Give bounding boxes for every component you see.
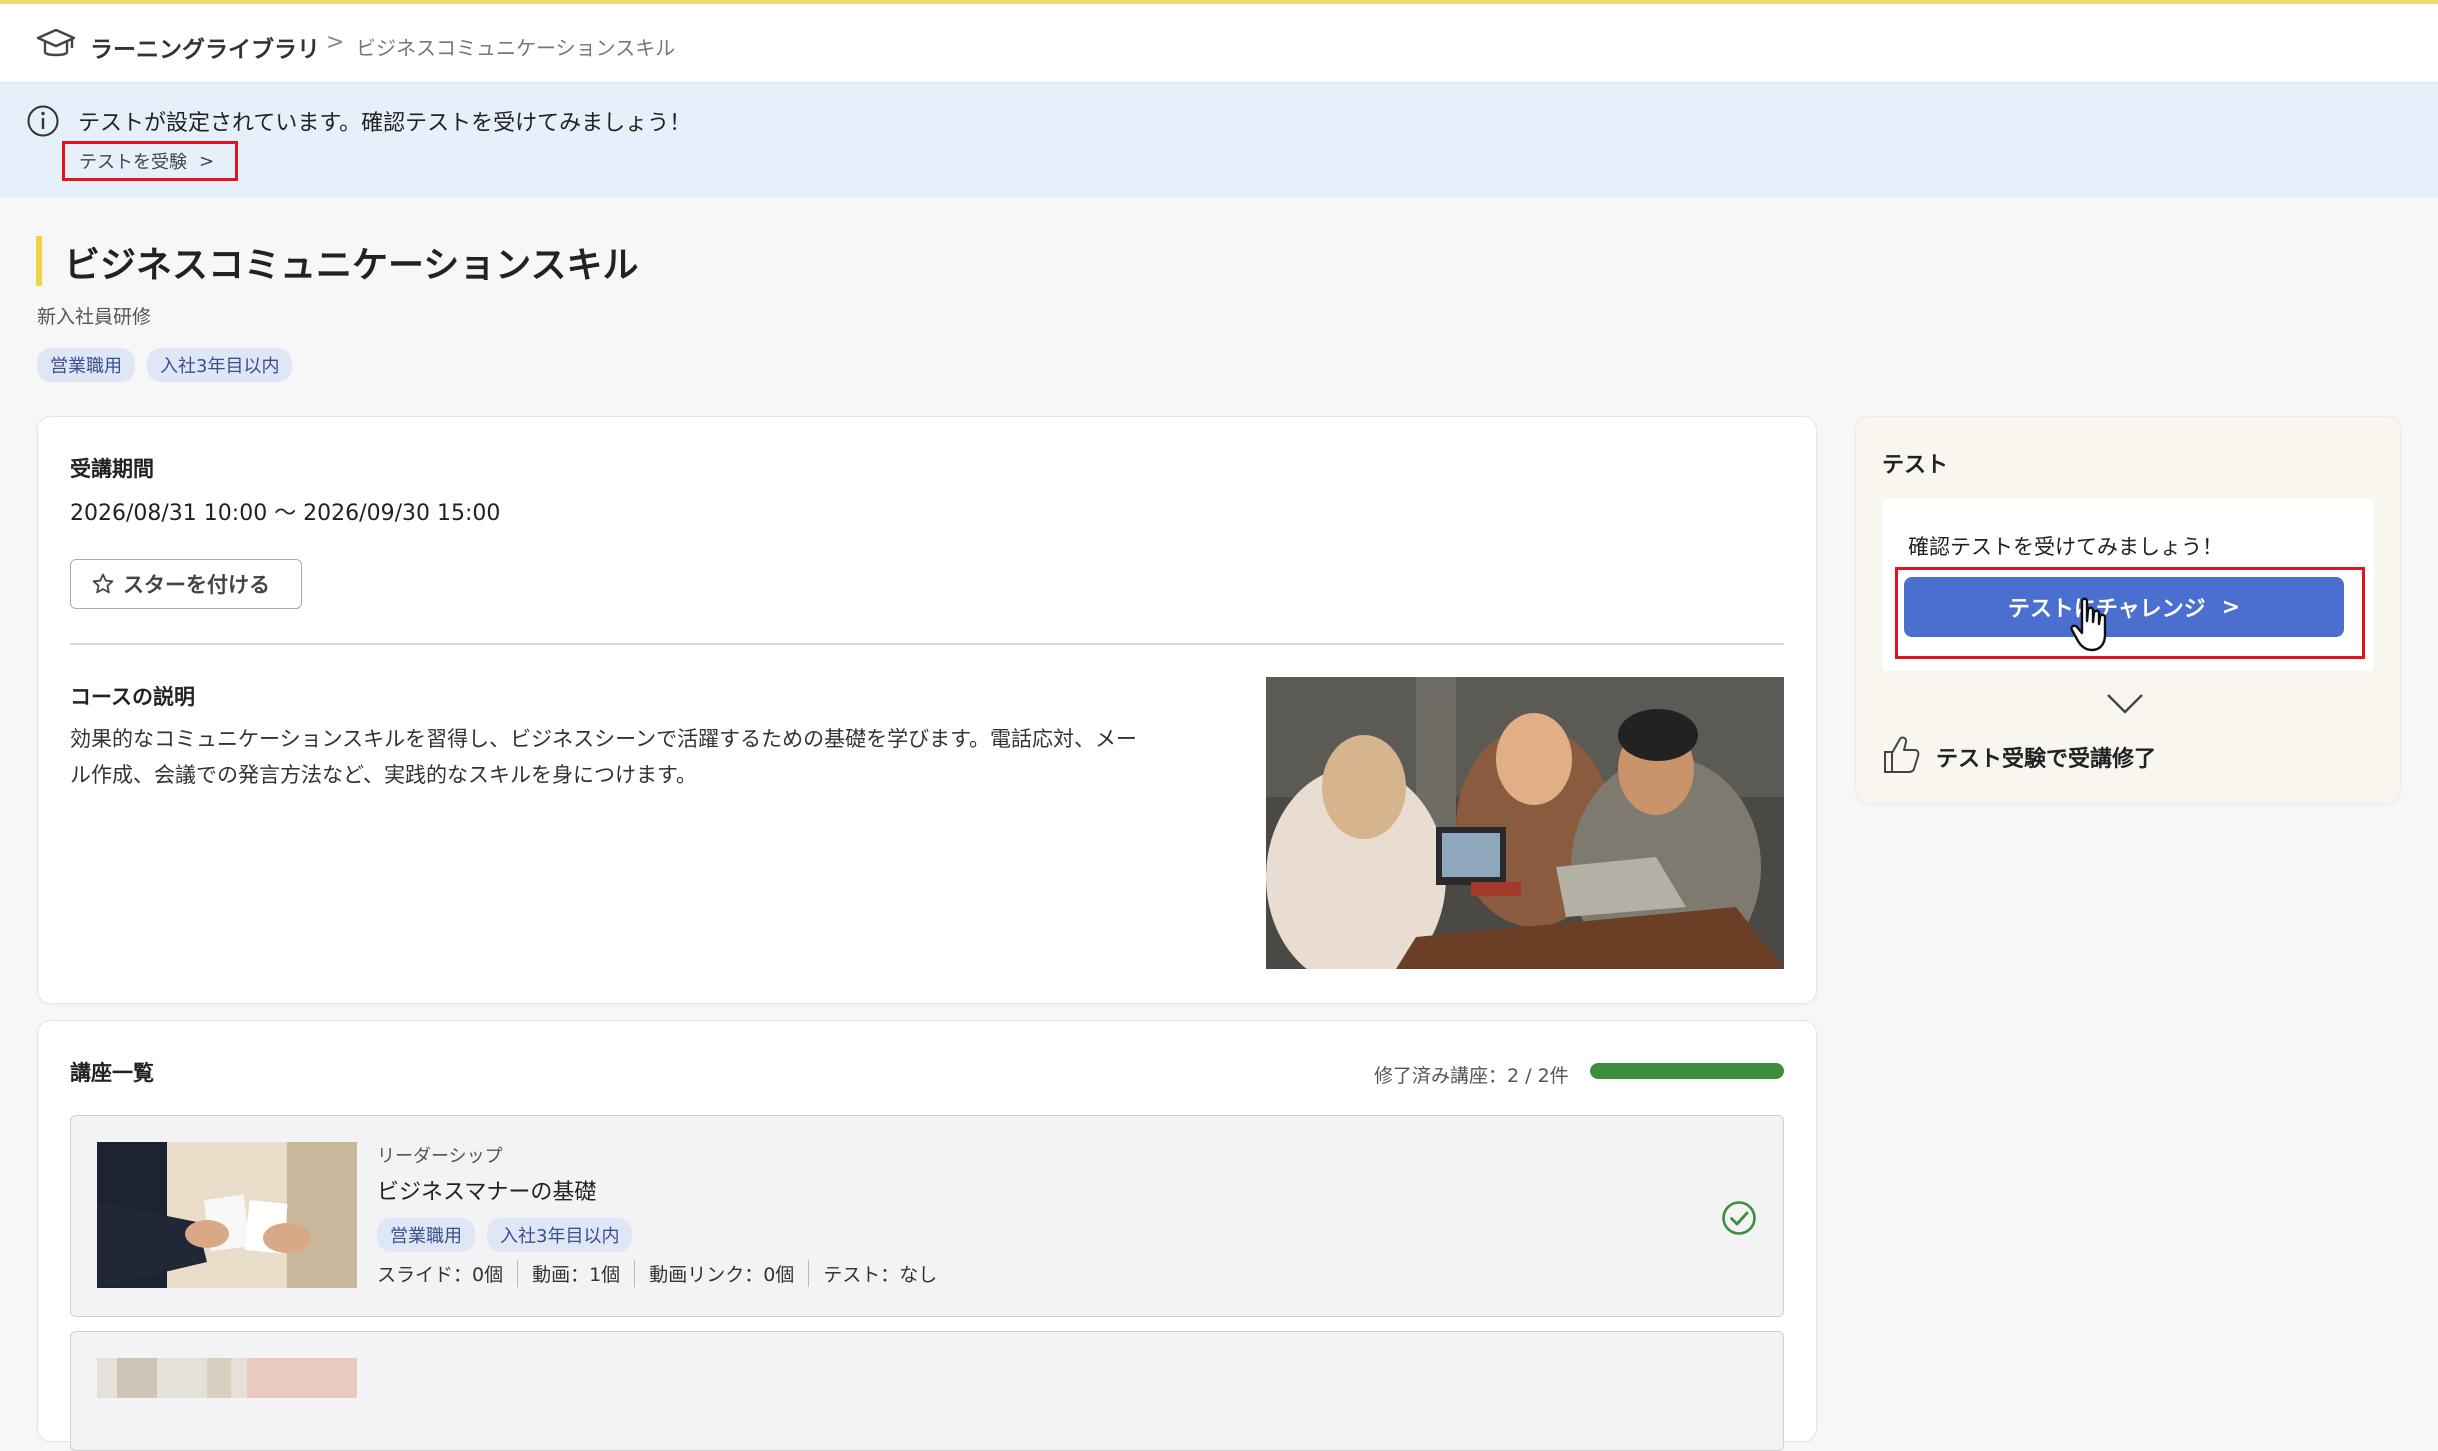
add-star-button[interactable]: スターを付ける [70,559,302,609]
lesson-list-card: 講座一覧 修了済み講座：2 / 2件 リーダーシップ ビジネスマナーの基礎 営業… [37,1020,1817,1451]
description-line: 効果的なコミュニケーションスキルを習得し、ビジネスシーンで活躍するための基礎を学… [70,727,1138,751]
completed-count: 修了済み講座：2 / 2件 [1374,1065,1569,1087]
take-test-link[interactable]: テストを受験 > [62,141,238,181]
page-title: ビジネスコミュニケーションスキル [64,245,639,286]
take-test-challenge-button[interactable]: テストにチャレンジ > [1904,577,2344,637]
period-value: 2026/08/31 10:00 〜 2026/09/30 15:00 [70,501,501,526]
period-label: 受講期間 [70,457,154,481]
course-image [1266,677,1784,969]
check-circle-icon [1722,1201,1756,1235]
banner-message: テストが設定されています。確認テストを受けてみましょう！ [78,111,692,136]
lesson-video-count: 動画：1個 [517,1260,634,1287]
hand-cursor-icon [2070,597,2107,652]
chevron-right-icon: > [2221,594,2241,620]
description-line: ル作成、会議での発言方法など、実践的なスキルを身につけます。 [70,763,697,787]
section-divider [70,643,1784,645]
test-prompt: 確認テストを受けてみましょう！ [1908,535,2223,559]
tag: 入社3年目以内 [147,348,293,382]
lesson-tags: 営業職用 入社3年目以内 [377,1218,633,1252]
lesson-item[interactable]: リーダーシップ ビジネスマナーの基礎 営業職用 入社3年目以内 スライド：0個 … [70,1115,1784,1317]
breadcrumb-current: ビジネスコミュニケーションスキル [356,36,676,60]
lesson-title[interactable]: ビジネスマナーの基礎 [377,1174,596,1206]
lesson-item[interactable] [70,1331,1784,1451]
test-notice-banner: テストが設定されています。確認テストを受けてみましょう！ テストを受験 > [0,83,2438,198]
lesson-video-link-count: 動画リンク：0個 [634,1260,808,1287]
course-info-card: 受講期間 2026/08/31 10:00 〜 2026/09/30 15:00… [37,416,1817,1004]
tag: 営業職用 [37,348,135,382]
breadcrumb-separator: > [326,30,345,55]
description-label: コースの説明 [70,685,195,709]
chevron-down-icon [2107,694,2143,714]
star-icon [92,573,114,594]
thumbs-up-icon [1884,736,1920,773]
lesson-category: リーダーシップ [377,1146,503,1167]
tag: 営業職用 [377,1218,475,1252]
completion-condition: テスト受験で受講修了 [1936,747,2157,772]
app-name-link[interactable]: ラーニングライブラリ [90,30,320,64]
title-accent-bar [36,236,42,286]
lesson-meta: スライド：0個 動画：1個 動画リンク：0個 テスト：なし [377,1260,951,1287]
lesson-thumbnail [97,1142,357,1288]
test-panel-title: テスト [1882,453,1949,478]
test-panel: テスト 確認テストを受けてみましょう！ テストにチャレンジ > テスト受験で受講… [1855,416,2401,804]
graduation-cap-icon[interactable] [36,26,76,62]
course-subtitle: 新入社員研修 [37,306,152,328]
add-star-label: スターを付ける [123,573,270,597]
course-tags: 営業職用 入社3年目以内 [37,348,293,382]
progress-bar-fill [1590,1063,1784,1079]
lesson-slide-count: スライド：0個 [377,1264,504,1286]
tag: 入社3年目以内 [487,1218,633,1252]
test-panel-body: 確認テストを受けてみましょう！ テストにチャレンジ > [1882,499,2374,671]
lesson-test-status: テスト：なし [808,1260,951,1287]
lesson-list-label: 講座一覧 [70,1061,154,1085]
info-icon [27,105,59,137]
progress-bar [1590,1063,1784,1079]
lesson-thumbnail [97,1358,357,1398]
chevron-right-icon: > [199,150,215,172]
course-description: 効果的なコミュニケーションスキルを習得し、ビジネスシーンで活躍するための基礎を学… [70,721,1270,793]
take-test-link-label: テストを受験 [79,152,187,173]
app-header: ラーニングライブラリ > ビジネスコミュニケーションスキル [0,4,2438,83]
